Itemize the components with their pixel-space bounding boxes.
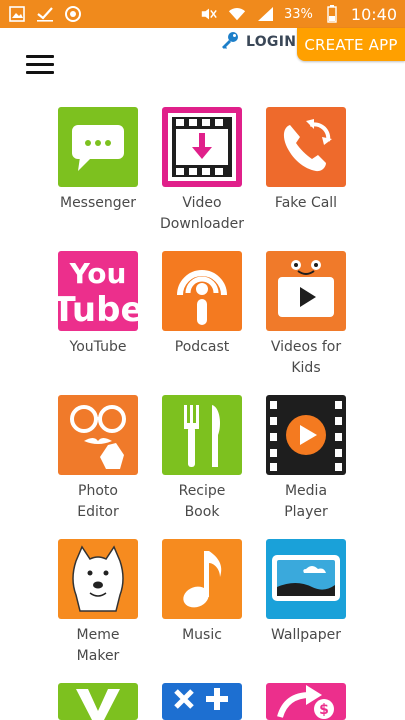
youtube-icon: You Tube	[58, 251, 138, 331]
music-icon	[162, 539, 242, 619]
app-tile-partial-1[interactable]	[43, 683, 153, 720]
wallpaper-icon	[266, 539, 346, 619]
video-downloader-icon	[162, 107, 242, 187]
youtube-icon-text-tube: Tube	[58, 290, 138, 330]
app-tile-videos-for-kids[interactable]: Videos for Kids	[251, 251, 361, 379]
app-tile-meme-maker[interactable]: Meme Maker	[43, 539, 153, 667]
app-grid: Messenger Video Downloader Fake Call You…	[0, 0, 405, 720]
app-label: Fake Call	[274, 195, 338, 211]
app-tile-photo-editor[interactable]: Photo Editor	[43, 395, 153, 523]
app-tile-music[interactable]: Music	[147, 539, 257, 646]
app-label: YouTube	[69, 339, 127, 355]
app-tile-wallpaper[interactable]: Wallpaper	[251, 539, 361, 646]
app-label: Wallpaper	[270, 627, 342, 643]
app-tile-partial-2[interactable]	[147, 683, 257, 720]
fake-call-icon	[266, 107, 346, 187]
messenger-icon	[58, 107, 138, 187]
app-tile-video-downloader[interactable]: Video Downloader	[147, 107, 257, 235]
app-tile-media-player[interactable]: Media Player	[251, 395, 361, 523]
youtube-icon-text-you: You	[69, 257, 127, 290]
meme-maker-icon	[58, 539, 138, 619]
app-tile-podcast[interactable]: Podcast	[147, 251, 257, 358]
app-tile-messenger[interactable]: Messenger	[43, 107, 153, 214]
app-label: Meme Maker	[76, 627, 120, 664]
recipe-book-icon	[162, 395, 242, 475]
app-label: Messenger	[59, 195, 137, 211]
app-tile-recipe-book[interactable]: Recipe Book	[147, 395, 257, 523]
calculator-icon	[162, 683, 242, 720]
app-tile-fake-call[interactable]: Fake Call	[251, 107, 361, 214]
podcast-icon	[162, 251, 242, 331]
app-label: Video Downloader	[160, 195, 244, 232]
money-icon: $	[266, 683, 346, 720]
vine-icon	[58, 683, 138, 720]
app-label: Recipe Book	[178, 483, 226, 520]
app-label: Photo Editor	[77, 483, 119, 520]
app-label: Media Player	[284, 483, 328, 520]
app-tile-youtube[interactable]: You Tube YouTube	[43, 251, 153, 358]
app-label: Podcast	[174, 339, 230, 355]
app-label: Music	[182, 627, 222, 643]
videos-for-kids-icon	[266, 251, 346, 331]
photo-editor-icon	[58, 395, 138, 475]
media-player-icon	[266, 395, 346, 475]
svg-text:$: $	[319, 702, 329, 718]
app-tile-partial-3[interactable]: $	[251, 683, 361, 720]
app-label: Videos for Kids	[270, 339, 342, 376]
